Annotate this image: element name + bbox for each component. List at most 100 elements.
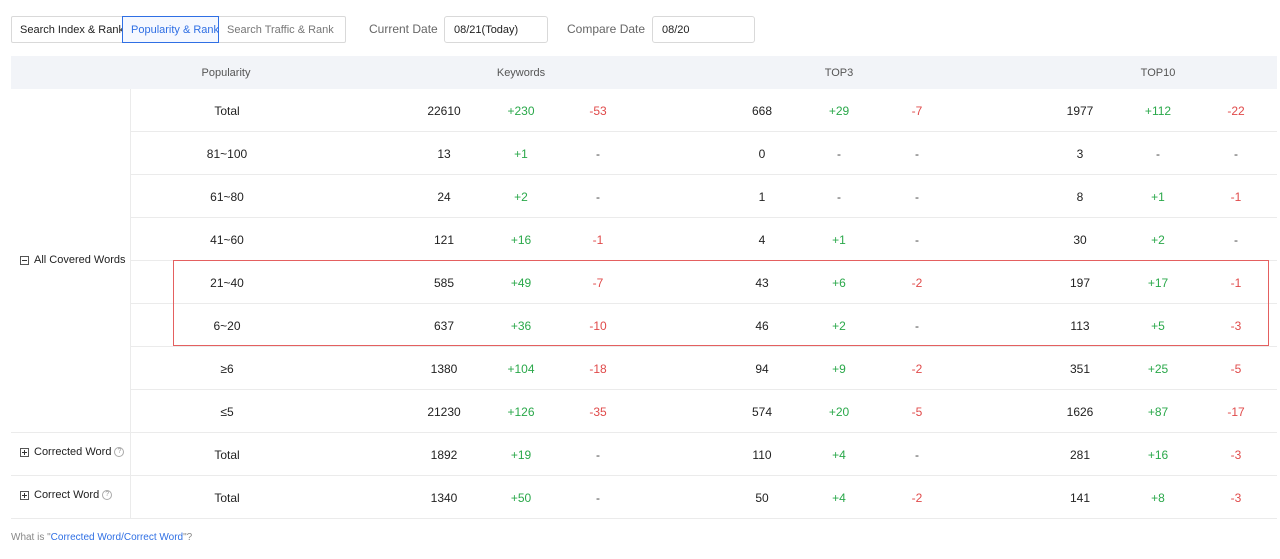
tab-label: Popularity & Rank <box>131 23 220 36</box>
value-kw: 1340 <box>430 490 458 505</box>
value-top10: 351 <box>1069 361 1091 376</box>
decrease-top10: -3 <box>1230 318 1242 333</box>
increase-top3: +9 <box>832 361 846 376</box>
value-kw: 585 <box>433 275 455 290</box>
decrease-kw: -1 <box>592 232 604 247</box>
row-label: 41~60 <box>210 232 244 247</box>
row-label: Total <box>214 490 240 505</box>
value-top10: 197 <box>1069 275 1091 290</box>
decrease-top3: -2 <box>911 361 923 376</box>
increase-kw: +50 <box>510 490 532 505</box>
value-top10: 30 <box>1073 232 1087 247</box>
footer-prefix: What is " <box>11 532 51 543</box>
row-divider <box>130 389 1277 390</box>
decrease-kw: -35 <box>589 404 607 419</box>
decrease-top10: - <box>1234 146 1238 161</box>
decrease-top10: -1 <box>1230 189 1242 204</box>
increase-top10: - <box>1156 146 1160 161</box>
increase-top3: +4 <box>832 490 846 505</box>
increase-kw: +1 <box>514 146 528 161</box>
value-top3: 4 <box>758 232 766 247</box>
value-top3: 43 <box>755 275 769 290</box>
increase-kw: +230 <box>507 103 535 118</box>
value-top10: 3 <box>1076 146 1084 161</box>
row-divider <box>130 131 1277 132</box>
row-divider <box>11 475 1277 476</box>
increase-top10: +5 <box>1151 318 1165 333</box>
compare-date-label: Compare Date <box>567 22 646 36</box>
expand-icon <box>20 490 29 500</box>
value-kw: 22610 <box>427 103 461 118</box>
decrease-kw: -18 <box>589 361 607 376</box>
increase-top10: +25 <box>1147 361 1169 376</box>
decrease-top10: -17 <box>1227 404 1245 419</box>
decrease-top10: -3 <box>1230 447 1242 462</box>
increase-top3: +20 <box>828 404 850 419</box>
row-label: 81~100 <box>206 146 248 161</box>
tab-label: Search Traffic & Rank <box>227 23 334 36</box>
decrease-top3: -2 <box>911 275 923 290</box>
footer-suffix: "? <box>183 532 193 543</box>
group-label: Correct Word <box>34 489 100 501</box>
value-top3: 110 <box>752 447 772 462</box>
header-top10: TOP10 <box>1140 67 1176 79</box>
row-label: 61~80 <box>210 189 244 204</box>
decrease-top10: - <box>1234 232 1238 247</box>
decrease-top3: - <box>915 189 919 204</box>
value-top3: 1 <box>758 189 766 204</box>
value-top10: 8 <box>1076 189 1084 204</box>
value-top3: 574 <box>751 404 773 419</box>
tab-search-traffic-rank[interactable]: Search Traffic & Rank <box>218 16 346 43</box>
decrease-kw: - <box>596 490 600 505</box>
group-label: Corrected Word <box>34 446 112 458</box>
value-top10: 281 <box>1069 447 1091 462</box>
table-header: Popularity Keywords TOP3 TOP10 <box>11 56 1277 89</box>
row-label: Total <box>214 103 240 118</box>
decrease-top10: -1 <box>1230 275 1242 290</box>
current-date-value: 08/21(Today) <box>454 23 519 36</box>
row-divider <box>11 432 1277 433</box>
row-label: ≤5 <box>220 404 234 419</box>
view-tabs: Search Index & Rank Popularity & Rank Se… <box>11 16 346 43</box>
decrease-top3: - <box>915 232 919 247</box>
corrected-word-link[interactable]: Corrected Word/Correct Word <box>51 532 183 543</box>
increase-kw: +104 <box>507 361 535 376</box>
increase-kw: +19 <box>510 447 532 462</box>
tab-popularity-rank[interactable]: Popularity & Rank <box>122 16 219 43</box>
decrease-kw: - <box>596 146 600 161</box>
group-label: All Covered Words <box>34 254 126 266</box>
increase-top3: +2 <box>832 318 846 333</box>
value-top10: 1626 <box>1066 404 1094 419</box>
row-divider <box>130 303 1277 304</box>
value-kw: 637 <box>433 318 455 333</box>
increase-top3: +1 <box>832 232 846 247</box>
increase-top10: +16 <box>1147 447 1169 462</box>
value-top3: 46 <box>755 318 769 333</box>
group-column-divider <box>130 89 131 519</box>
compare-date-picker[interactable]: 08/20 <box>652 16 755 43</box>
increase-kw: +49 <box>510 275 532 290</box>
increase-kw: +16 <box>510 232 532 247</box>
help-icon[interactable]: ? <box>102 490 113 500</box>
value-kw: 21230 <box>427 404 461 419</box>
decrease-top3: -7 <box>911 103 923 118</box>
help-icon[interactable]: ? <box>114 447 125 457</box>
increase-top10: +8 <box>1151 490 1165 505</box>
group-corrected-word[interactable]: Corrected Word ? <box>20 446 125 458</box>
decrease-top3: -2 <box>911 490 923 505</box>
footer-note: What is "Corrected Word/Correct Word"? <box>11 532 192 543</box>
decrease-top3: - <box>915 146 919 161</box>
increase-top10: +112 <box>1144 103 1172 118</box>
decrease-kw: -10 <box>589 318 607 333</box>
row-divider <box>130 346 1277 347</box>
current-date-picker[interactable]: 08/21(Today) <box>444 16 548 43</box>
value-top10: 113 <box>1070 318 1090 333</box>
tab-search-index-rank[interactable]: Search Index & Rank <box>11 16 124 43</box>
group-all-covered-words[interactable]: All Covered Words <box>20 254 126 266</box>
row-divider <box>11 518 1277 519</box>
increase-top3: +29 <box>828 103 850 118</box>
value-top3: 50 <box>755 490 769 505</box>
increase-top3: - <box>837 189 841 204</box>
group-correct-word[interactable]: Correct Word ? <box>20 489 113 501</box>
row-divider <box>130 217 1277 218</box>
